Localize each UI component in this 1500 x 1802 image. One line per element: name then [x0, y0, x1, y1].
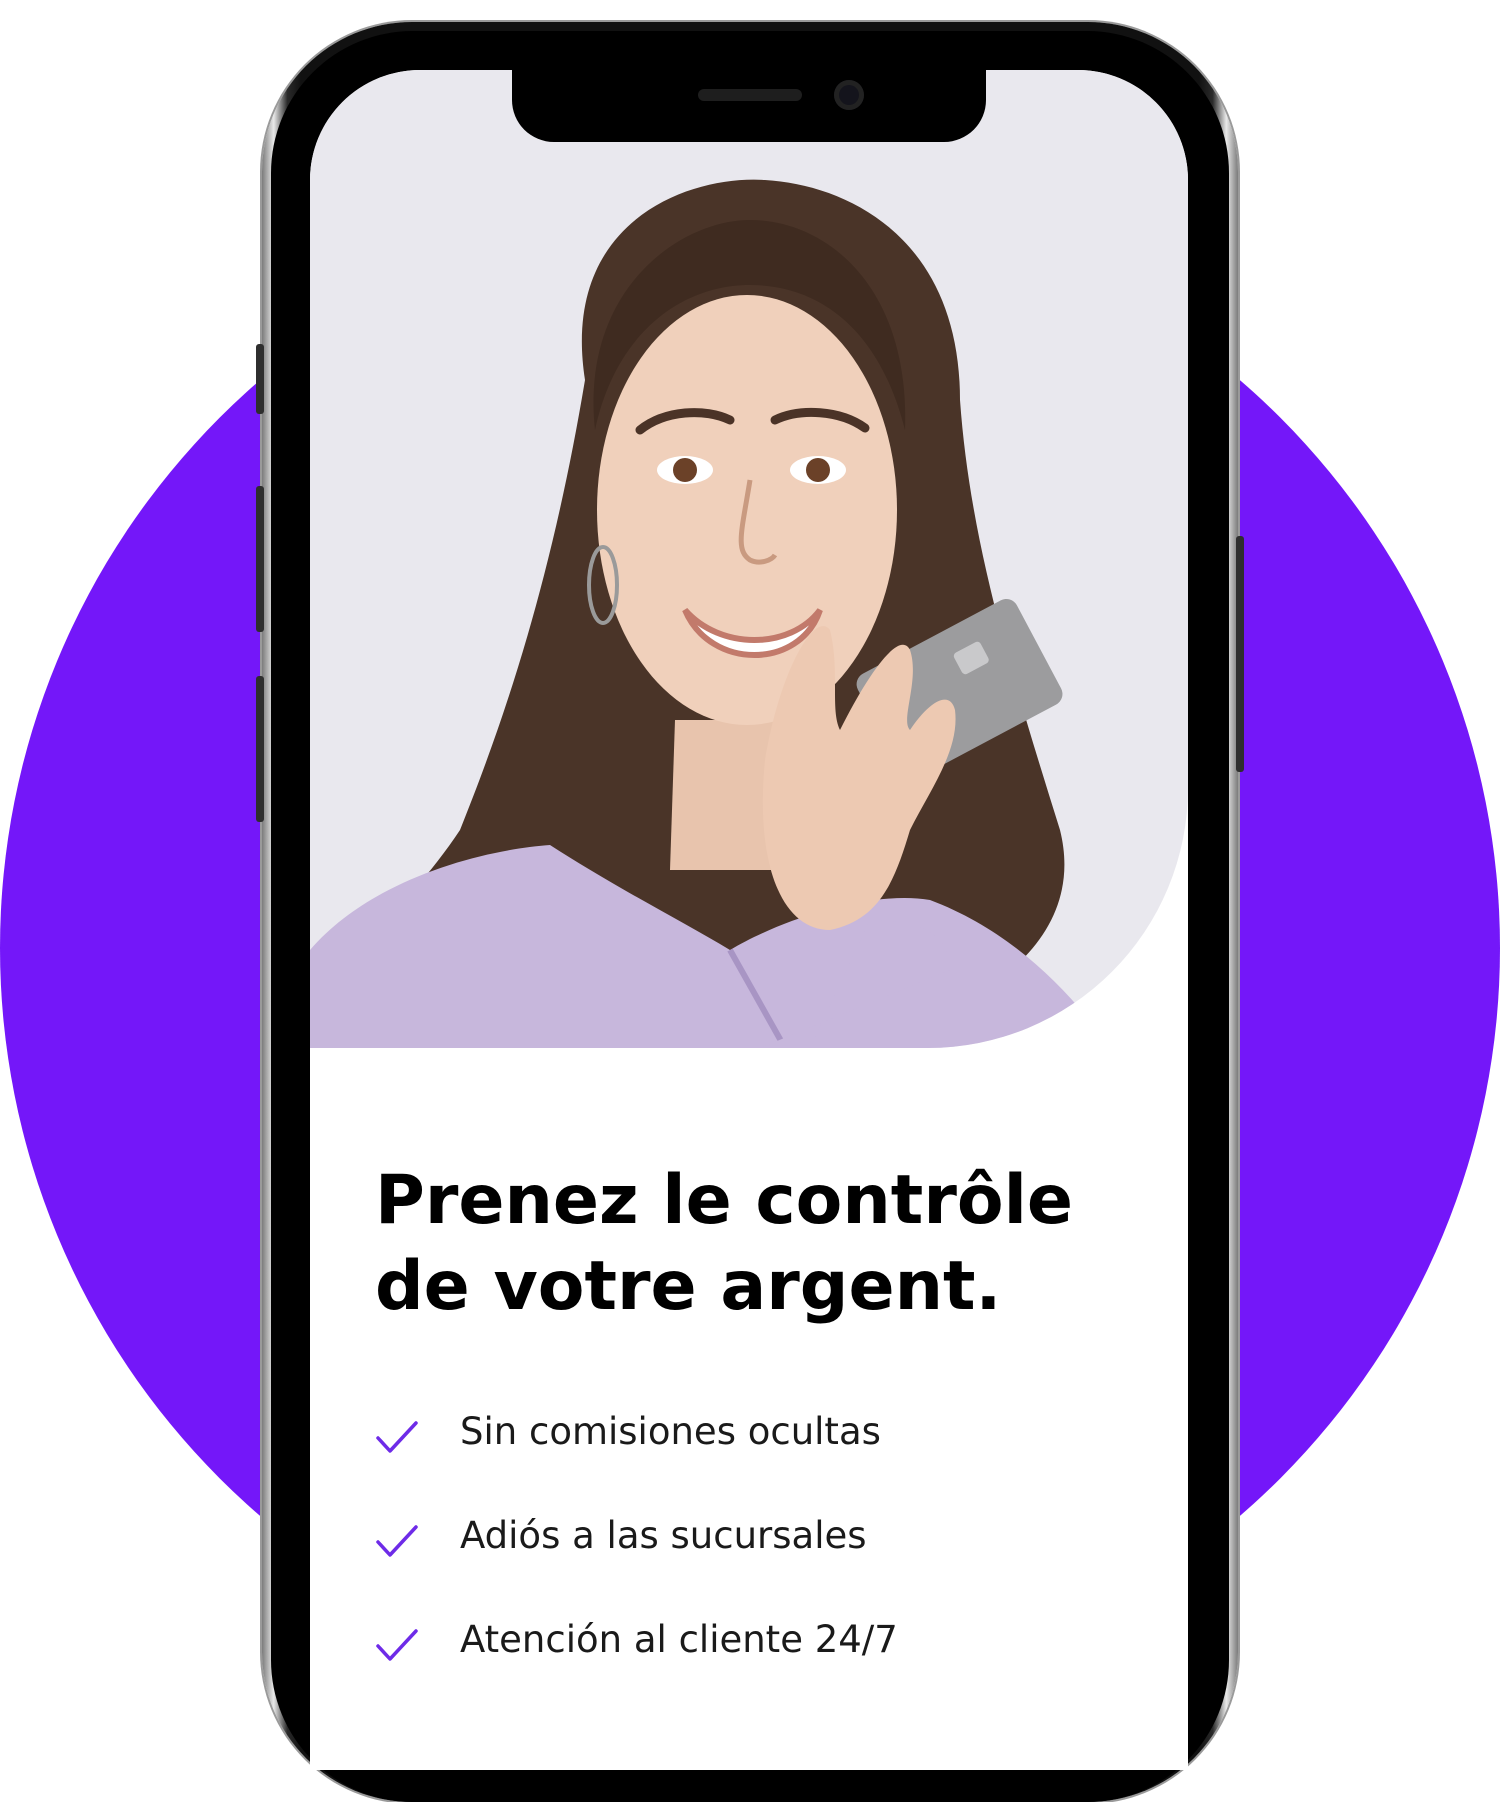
headline-line-1: Prenez le contrôle — [375, 1161, 1073, 1240]
phone-power-button — [1236, 536, 1244, 772]
phone-screen: Prenez le contrôle de votre argent. Sin … — [310, 70, 1188, 1770]
check-icon — [376, 1525, 418, 1557]
feature-item-no-branches: Adiós a las sucursales — [375, 1508, 1135, 1612]
feature-label: Atención al cliente 24/7 — [460, 1618, 898, 1661]
speaker-grille — [698, 89, 802, 101]
phone-silent-switch — [256, 344, 264, 414]
feature-label: Sin comisiones ocultas — [460, 1410, 881, 1453]
front-camera-icon — [834, 80, 864, 110]
feature-item-support: Atención al cliente 24/7 — [375, 1612, 1135, 1716]
woman-holding-card-illustration — [310, 179, 1110, 1048]
hero-photo — [310, 70, 1188, 1048]
check-icon — [376, 1629, 418, 1661]
feature-list: Sin comisiones ocultas Adiós a las sucur… — [375, 1404, 1135, 1716]
feature-item-no-fees: Sin comisiones ocultas — [375, 1404, 1135, 1508]
check-icon — [376, 1421, 418, 1453]
feature-label: Adiós a las sucursales — [460, 1514, 867, 1557]
phone-volume-down-button — [256, 676, 264, 822]
headline-line-2: de votre argent. — [375, 1247, 1002, 1326]
phone-notch — [512, 70, 986, 142]
page-title: Prenez le contrôle de votre argent. — [375, 1158, 1135, 1330]
phone-volume-up-button — [256, 486, 264, 632]
